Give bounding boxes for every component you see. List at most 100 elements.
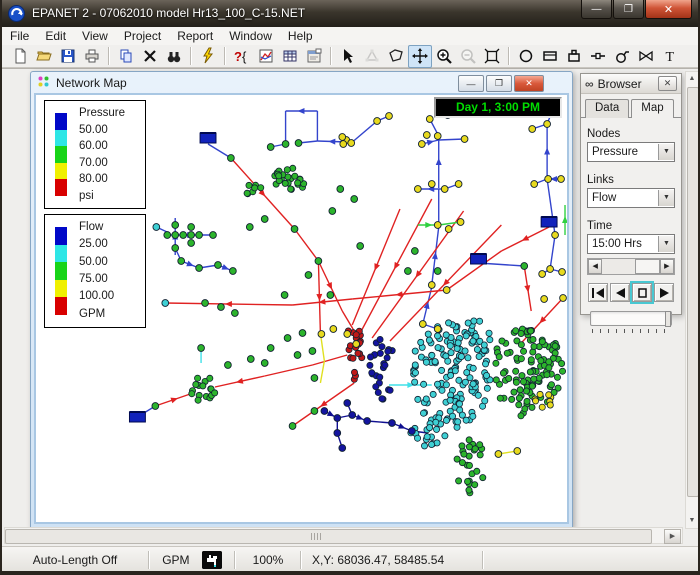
map-node[interactable] xyxy=(520,379,526,385)
map-node[interactable] xyxy=(554,374,560,380)
map-node[interactable] xyxy=(464,478,470,484)
map-pipe[interactable] xyxy=(295,229,319,261)
map-node[interactable] xyxy=(419,321,426,328)
map-node[interactable] xyxy=(428,282,435,289)
map-node[interactable] xyxy=(334,430,341,437)
table-button[interactable] xyxy=(278,45,302,68)
map-node[interactable] xyxy=(511,389,517,395)
map-node[interactable] xyxy=(518,356,524,362)
map-node[interactable] xyxy=(509,396,515,402)
map-node[interactable] xyxy=(538,358,544,364)
map-node[interactable] xyxy=(434,133,441,140)
map-node[interactable] xyxy=(423,359,429,365)
map-node[interactable] xyxy=(465,320,471,326)
map-node[interactable] xyxy=(447,397,453,403)
map-node[interactable] xyxy=(418,141,425,148)
map-node[interactable] xyxy=(379,344,385,350)
map-node[interactable] xyxy=(448,372,454,378)
map-node[interactable] xyxy=(558,176,565,183)
workspace-vertical-scrollbar[interactable]: ▲ ▼ xyxy=(685,71,699,529)
map-node[interactable] xyxy=(196,265,203,272)
map-node[interactable] xyxy=(212,390,218,396)
map-node[interactable] xyxy=(516,402,522,408)
map-node[interactable] xyxy=(412,362,418,368)
map-node[interactable] xyxy=(178,258,185,265)
map-node[interactable] xyxy=(470,338,476,344)
map-node[interactable] xyxy=(261,216,268,223)
map-node[interactable] xyxy=(350,355,356,361)
map-node[interactable] xyxy=(441,186,448,193)
map-node[interactable] xyxy=(539,404,545,410)
map-node[interactable] xyxy=(530,336,536,342)
map-node[interactable] xyxy=(559,360,565,366)
map-node[interactable] xyxy=(471,318,477,324)
map-node[interactable] xyxy=(172,232,179,239)
map-node[interactable] xyxy=(340,141,347,148)
map-node[interactable] xyxy=(152,403,159,410)
map-node[interactable] xyxy=(470,413,476,419)
map-node[interactable] xyxy=(291,226,298,233)
map-pipe[interactable] xyxy=(550,235,555,269)
map-node[interactable] xyxy=(432,359,438,365)
map-node[interactable] xyxy=(295,140,302,147)
workspace-horizontal-scrollbar[interactable]: ▶ xyxy=(4,527,683,544)
menu-edit[interactable]: Edit xyxy=(37,28,74,44)
map-node[interactable] xyxy=(529,126,536,133)
map-node[interactable] xyxy=(375,389,381,395)
map-node[interactable] xyxy=(246,224,253,231)
network-map-titlebar[interactable]: Network Map — ❐ ✕ xyxy=(31,72,572,93)
map-node[interactable] xyxy=(318,331,325,338)
map-node[interactable] xyxy=(513,368,519,374)
map-node[interactable] xyxy=(482,361,488,367)
map-node[interactable] xyxy=(426,425,432,431)
copy-button[interactable] xyxy=(114,45,138,68)
map-node[interactable] xyxy=(196,232,203,239)
map-node[interactable] xyxy=(493,377,499,383)
map-node[interactable] xyxy=(522,406,528,412)
map-node[interactable] xyxy=(288,186,294,192)
scroll-up-icon[interactable]: ▲ xyxy=(686,72,698,86)
add-reservoir-button[interactable] xyxy=(538,45,562,68)
map-node[interactable] xyxy=(321,408,328,415)
map-node[interactable] xyxy=(218,304,225,311)
map-node[interactable] xyxy=(559,368,565,374)
map-node[interactable] xyxy=(420,410,426,416)
map-node[interactable] xyxy=(443,332,449,338)
nodes-dropdown-arrow-icon[interactable]: ▼ xyxy=(658,144,674,160)
map-node[interactable] xyxy=(546,392,552,398)
map-restore-button[interactable]: ❐ xyxy=(486,75,512,92)
map-node[interactable] xyxy=(421,443,427,449)
map-node[interactable] xyxy=(470,381,476,387)
map-node[interactable] xyxy=(424,434,430,440)
time-scrollbar[interactable]: ◀ ▶ xyxy=(587,258,675,275)
map-node[interactable] xyxy=(476,353,482,359)
map-node[interactable] xyxy=(411,248,418,255)
map-node[interactable] xyxy=(327,292,334,299)
time-scroll-left-icon[interactable]: ◀ xyxy=(588,259,602,274)
save-file-button[interactable] xyxy=(56,45,80,68)
map-node[interactable] xyxy=(357,243,364,250)
map-node[interactable] xyxy=(455,340,461,346)
map-node[interactable] xyxy=(456,401,462,407)
map-node[interactable] xyxy=(548,382,554,388)
add-junction-button[interactable] xyxy=(514,45,538,68)
map-node[interactable] xyxy=(162,300,169,307)
map-node[interactable] xyxy=(521,263,528,270)
map-node[interactable] xyxy=(351,196,358,203)
tab-map[interactable]: Map xyxy=(631,99,673,118)
map-node[interactable] xyxy=(188,232,195,239)
map-node[interactable] xyxy=(434,268,441,275)
map-node[interactable] xyxy=(367,362,373,368)
scroll-right-icon[interactable]: ▶ xyxy=(664,529,681,544)
map-node[interactable] xyxy=(483,372,489,378)
map-node[interactable] xyxy=(531,376,537,382)
map-node[interactable] xyxy=(305,272,312,279)
map-node[interactable] xyxy=(434,326,441,333)
map-node[interactable] xyxy=(282,141,289,148)
add-pipe-button[interactable] xyxy=(586,45,610,68)
map-node[interactable] xyxy=(462,379,468,385)
add-label-button[interactable]: T xyxy=(658,45,682,68)
map-node[interactable] xyxy=(384,355,390,361)
map-node[interactable] xyxy=(374,118,381,125)
map-node[interactable] xyxy=(315,258,322,265)
